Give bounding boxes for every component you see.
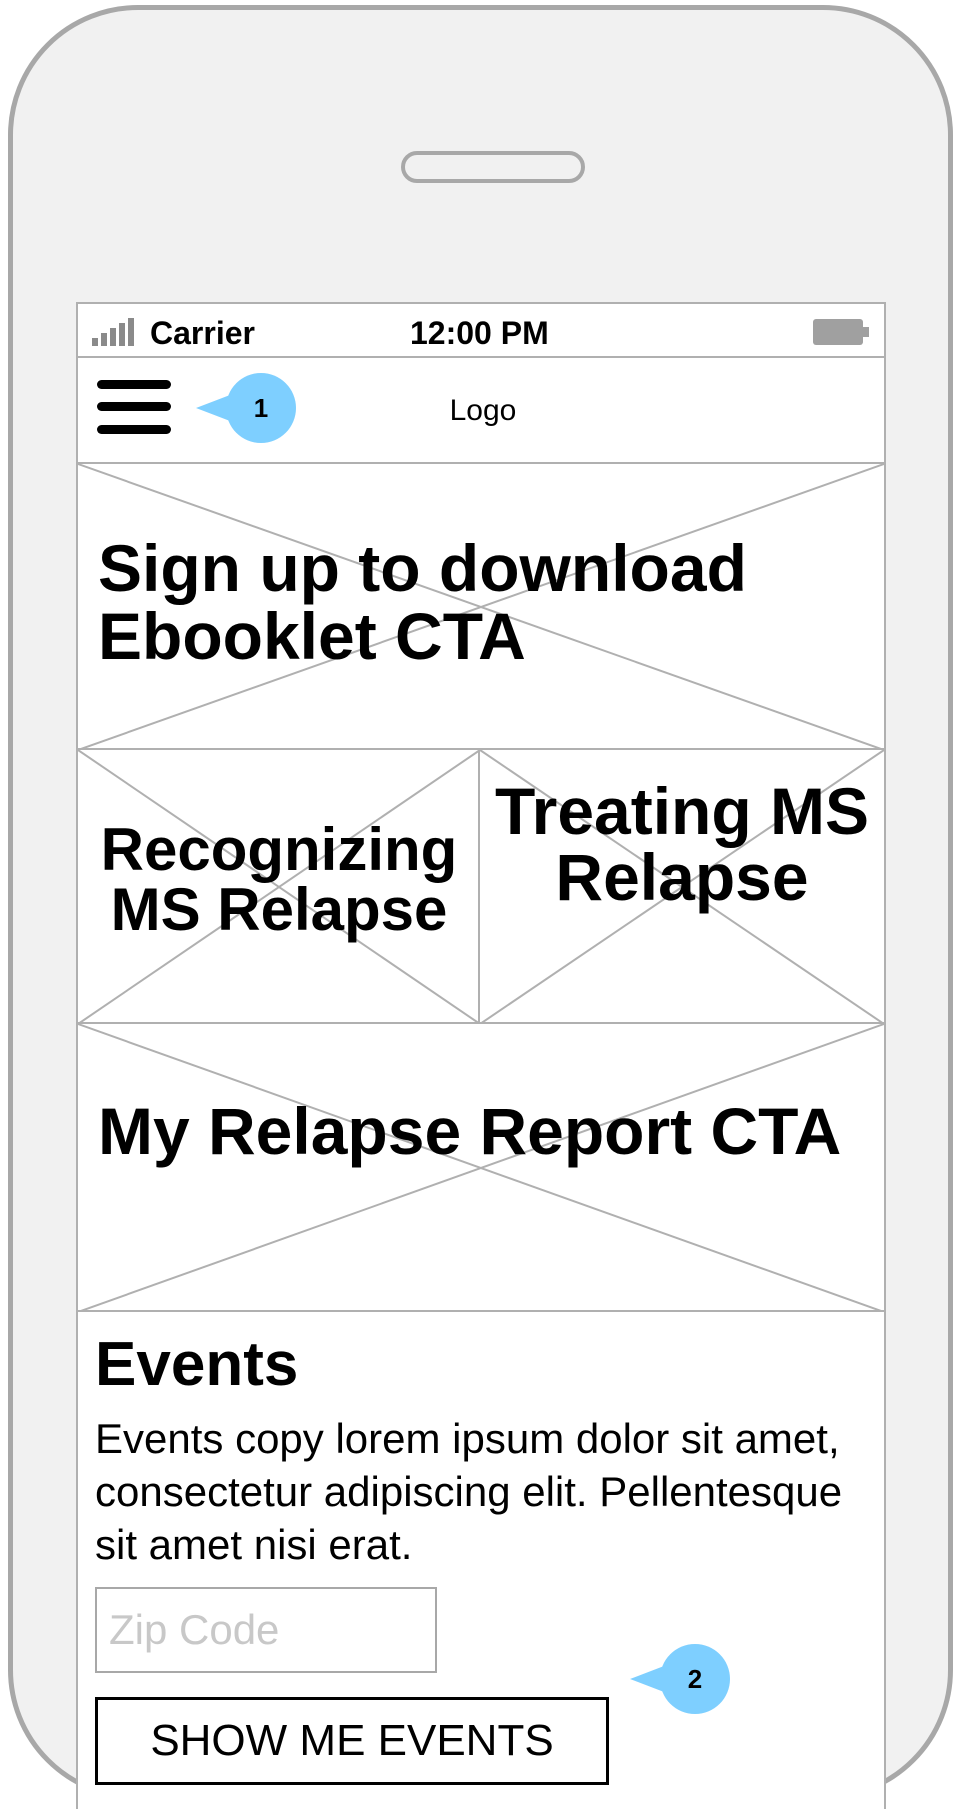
recognizing-relapse-label: Recognizing MS Relapse	[100, 816, 458, 943]
annotation-callout-2: 2	[630, 1644, 730, 1714]
events-heading: Events	[95, 1330, 299, 1399]
relapse-report-cta-tile[interactable]: My Relapse Report CTA	[78, 1024, 884, 1312]
carrier-label: Carrier	[150, 315, 255, 351]
treating-relapse-tile[interactable]: Treating MS Relapse	[480, 750, 884, 1024]
phone-speaker	[401, 151, 585, 183]
nav-bar: 1 Logo	[78, 358, 884, 464]
recognizing-relapse-tile[interactable]: Recognizing MS Relapse	[78, 750, 480, 1024]
hamburger-menu-icon[interactable]	[97, 380, 171, 434]
logo[interactable]: Logo	[423, 391, 543, 431]
battery-icon	[813, 319, 869, 345]
show-me-events-button[interactable]: SHOW ME EVENTS	[95, 1697, 609, 1785]
ebooklet-cta-tile[interactable]: Sign up to download Ebooklet CTA	[78, 464, 884, 750]
annotation-number: 1	[253, 393, 269, 423]
treating-relapse-label: Treating MS Relapse	[494, 774, 870, 914]
annotation-number: 2	[687, 1664, 703, 1694]
status-time: 12:00 PM	[410, 315, 549, 351]
status-bar: Carrier 12:00 PM	[78, 304, 884, 358]
relapse-report-cta-label: My Relapse Report CTA	[98, 1094, 842, 1168]
ebooklet-cta-label: Sign up to download Ebooklet CTA	[98, 531, 747, 673]
zip-code-input[interactable]	[95, 1587, 437, 1673]
signal-bars-icon	[92, 318, 138, 346]
image-placeholder-icon	[78, 1024, 884, 1310]
annotation-callout-1: 1	[196, 373, 296, 443]
events-copy: Events copy lorem ipsum dolor sit amet, …	[95, 1415, 843, 1568]
phone-screen: Carrier 12:00 PM 1 Logo Sign up to downl…	[76, 302, 886, 1809]
